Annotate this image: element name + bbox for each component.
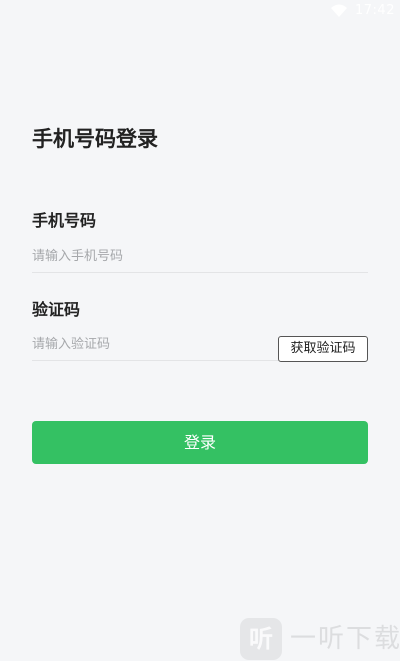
page-title: 手机号码登录 [32, 127, 158, 151]
watermark: 听 一听下载 [240, 617, 400, 661]
wifi-icon [331, 4, 347, 17]
verification-code-label: 验证码 [32, 300, 81, 319]
login-button[interactable]: 登录 [32, 421, 368, 464]
status-time: 17:42 [355, 3, 395, 18]
get-verification-code-button[interactable]: 获取验证码 [278, 336, 368, 362]
status-bar: 17:42 [0, 0, 400, 24]
phone-label: 手机号码 [32, 211, 97, 230]
watermark-logo: 听 [240, 618, 282, 660]
watermark-text: 一听下载 [290, 624, 400, 654]
phone-input[interactable] [32, 240, 368, 273]
